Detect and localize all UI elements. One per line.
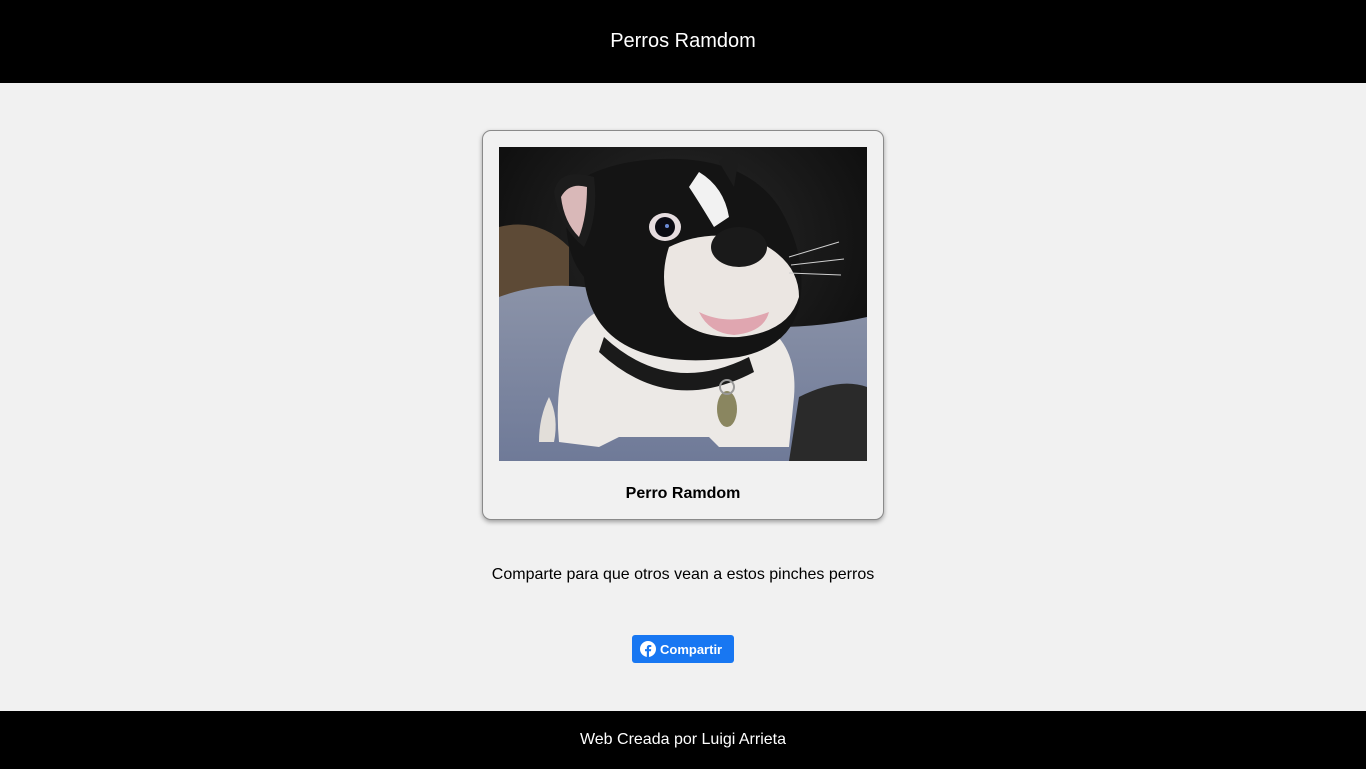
- dog-card: Perro Ramdom: [482, 130, 884, 520]
- facebook-share-button[interactable]: Compartir: [632, 635, 734, 663]
- page-title: Perros Ramdom: [610, 29, 756, 52]
- card-title: Perro Ramdom: [625, 485, 741, 502]
- footer-credit: Web Creada por Luigi Arrieta: [579, 731, 787, 748]
- facebook-icon: [640, 641, 656, 657]
- dog-photo: [499, 147, 867, 461]
- share-message: Comparte para que otros vean a estos pin…: [491, 566, 875, 583]
- site-header: Perros Ramdom: [0, 0, 1366, 83]
- site-footer: Web Creada por Luigi Arrieta: [0, 711, 1366, 769]
- share-button-label: Compartir: [660, 641, 723, 657]
